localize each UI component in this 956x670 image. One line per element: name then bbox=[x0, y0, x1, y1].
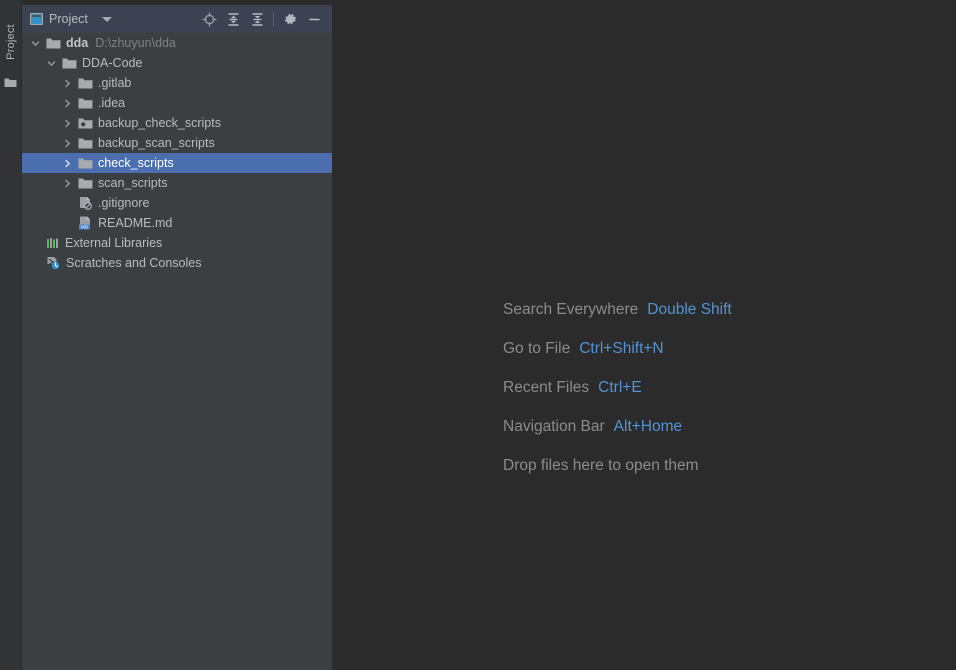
folder-icon bbox=[78, 137, 93, 150]
settings-gear-icon[interactable] bbox=[278, 7, 302, 31]
hint-label: Go to File bbox=[503, 340, 571, 357]
hint-shortcut: Ctrl+Shift+N bbox=[579, 340, 664, 357]
tree-node-external-libraries[interactable]: External Libraries bbox=[22, 233, 332, 253]
chevron-right-icon[interactable] bbox=[62, 158, 73, 169]
chevron-down-icon[interactable] bbox=[46, 58, 57, 69]
tree-node-backup-scan-scripts[interactable]: backup_scan_scripts bbox=[22, 133, 332, 153]
toolbar-actions bbox=[197, 7, 332, 31]
project-tree[interactable]: dda D:\zhuyun\dda DDA-Code .gitlab .idea back… bbox=[22, 33, 332, 670]
folder-icon[interactable] bbox=[4, 75, 17, 87]
folder-icon bbox=[62, 57, 77, 70]
editor-hints: Search Everywhere Double Shift Go to File C… bbox=[503, 301, 732, 480]
tree-node-backup-check-scripts[interactable]: backup_check_scripts bbox=[22, 113, 332, 133]
ide-window: Project Project dda D:\zhuyun\dda DDA-Co… bbox=[0, 0, 956, 670]
tree-twisty-placeholder bbox=[62, 218, 73, 229]
scratches-icon bbox=[46, 256, 61, 270]
svg-text:MD: MD bbox=[81, 225, 89, 230]
project-tab-label: Project bbox=[49, 12, 88, 26]
tree-node-idea[interactable]: .idea bbox=[22, 93, 332, 113]
hint-drop-files: Drop files here to open them bbox=[503, 457, 732, 480]
select-opened-file-icon[interactable] bbox=[197, 7, 221, 31]
hint-go-to-file: Go to File Ctrl+Shift+N bbox=[503, 340, 732, 363]
tree-node-check-scripts[interactable]: check_scripts bbox=[22, 153, 332, 173]
tree-twisty-placeholder bbox=[30, 258, 41, 269]
tree-node-gitlab[interactable]: .gitlab bbox=[22, 73, 332, 93]
tree-node-readme[interactable]: MD README.md bbox=[22, 213, 332, 233]
project-view-icon bbox=[30, 13, 43, 25]
hint-shortcut: Double Shift bbox=[647, 301, 732, 318]
external-libraries-icon bbox=[46, 237, 60, 250]
hint-search-everywhere: Search Everywhere Double Shift bbox=[503, 301, 732, 324]
tree-node-gitignore[interactable]: .gitignore bbox=[22, 193, 332, 213]
hint-label: Drop files here to open them bbox=[503, 457, 699, 474]
expand-all-icon[interactable] bbox=[221, 7, 245, 31]
markdown-file-icon: MD bbox=[78, 216, 93, 230]
tree-node-dda-code[interactable]: DDA-Code bbox=[22, 53, 332, 73]
tree-node-label: .gitignore bbox=[98, 196, 150, 210]
chevron-down-icon[interactable] bbox=[30, 38, 41, 49]
chevron-down-icon[interactable] bbox=[101, 16, 112, 22]
toolbar-separator bbox=[273, 11, 274, 27]
hint-shortcut: Ctrl+E bbox=[598, 379, 642, 396]
gitignore-file-icon bbox=[78, 196, 93, 210]
tree-node-label: backup_scan_scripts bbox=[98, 136, 215, 150]
tree-node-label: External Libraries bbox=[65, 236, 163, 250]
hint-label: Recent Files bbox=[503, 379, 590, 396]
tree-node-label: scan_scripts bbox=[98, 176, 168, 190]
folder-icon bbox=[78, 77, 93, 90]
project-panel-toolbar: Project bbox=[22, 5, 332, 33]
left-tool-strip: Project bbox=[0, 5, 22, 670]
tree-node-label: .idea bbox=[98, 96, 126, 110]
tree-node-scratches-and-consoles[interactable]: Scratches and Consoles bbox=[22, 253, 332, 273]
tree-node-label: DDA-Code bbox=[82, 56, 143, 70]
tree-twisty-placeholder bbox=[30, 238, 41, 249]
tree-node-label: backup_check_scripts bbox=[98, 116, 221, 130]
tree-node-label: Scratches and Consoles bbox=[66, 256, 202, 270]
folder-module-icon bbox=[78, 117, 93, 130]
tree-node-label: dda bbox=[66, 36, 89, 50]
tree-twisty-placeholder bbox=[62, 198, 73, 209]
hint-label: Navigation Bar bbox=[503, 418, 605, 435]
folder-icon bbox=[46, 37, 61, 50]
chevron-right-icon[interactable] bbox=[62, 138, 73, 149]
hide-minimize-icon[interactable] bbox=[302, 7, 326, 31]
tree-node-scan-scripts[interactable]: scan_scripts bbox=[22, 173, 332, 193]
tool-strip-project-tab[interactable]: Project bbox=[0, 13, 21, 71]
project-tab[interactable]: Project bbox=[22, 5, 94, 33]
tree-node-path: D:\zhuyun\dda bbox=[95, 36, 176, 50]
tree-node-label: .gitlab bbox=[98, 76, 132, 90]
tree-node-label: README.md bbox=[98, 216, 173, 230]
hint-shortcut: Alt+Home bbox=[613, 418, 683, 435]
folder-icon bbox=[78, 97, 93, 110]
chevron-right-icon[interactable] bbox=[62, 98, 73, 109]
tree-node-label: check_scripts bbox=[98, 156, 174, 170]
hint-label: Search Everywhere bbox=[503, 301, 639, 318]
tool-strip-project-label: Project bbox=[4, 24, 17, 60]
hint-navigation-bar: Navigation Bar Alt+Home bbox=[503, 418, 732, 441]
folder-icon bbox=[78, 157, 93, 170]
editor-empty-area[interactable]: Search Everywhere Double Shift Go to File C… bbox=[332, 5, 956, 670]
tree-node-dda[interactable]: dda D:\zhuyun\dda bbox=[22, 33, 332, 53]
collapse-all-icon[interactable] bbox=[245, 7, 269, 31]
hint-recent-files: Recent Files Ctrl+E bbox=[503, 379, 732, 402]
folder-icon bbox=[78, 177, 93, 190]
chevron-right-icon[interactable] bbox=[62, 78, 73, 89]
chevron-right-icon[interactable] bbox=[62, 118, 73, 129]
chevron-right-icon[interactable] bbox=[62, 178, 73, 189]
